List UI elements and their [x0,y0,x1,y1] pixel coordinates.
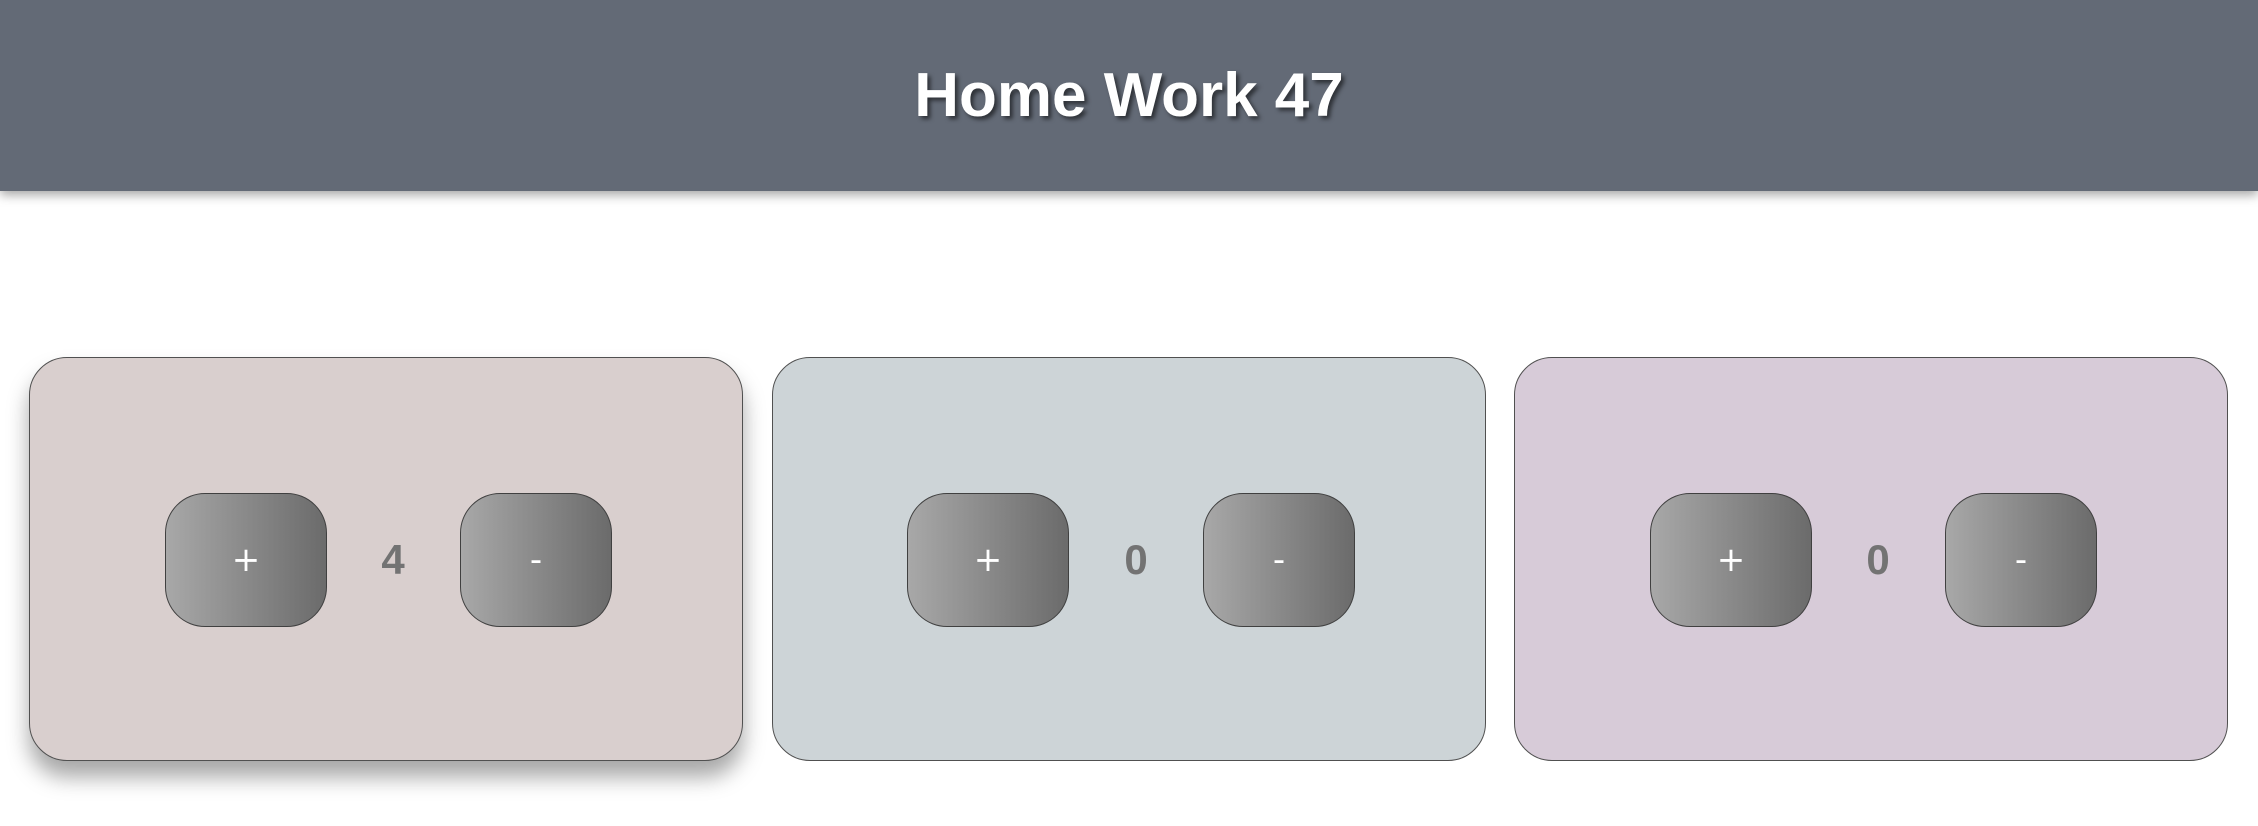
decrement-button[interactable]: - [460,493,612,627]
increment-button[interactable]: + [907,493,1069,627]
page-title: Home Work 47 [914,61,1344,130]
counter-card-1: + 4 - [29,357,743,761]
counter-value: 4 [381,536,405,583]
decrement-button[interactable]: - [1945,493,2097,627]
decrement-button[interactable]: - [1203,493,1355,627]
page-header: Home Work 47 [0,0,2258,191]
counter-value: 0 [1866,536,1890,583]
counter-value: 0 [1124,536,1148,583]
increment-button[interactable]: + [1650,493,1812,627]
increment-button[interactable]: + [165,493,327,627]
counter-card-3: + 0 - [1514,357,2228,761]
counter-card-2: + 0 - [772,357,1486,761]
